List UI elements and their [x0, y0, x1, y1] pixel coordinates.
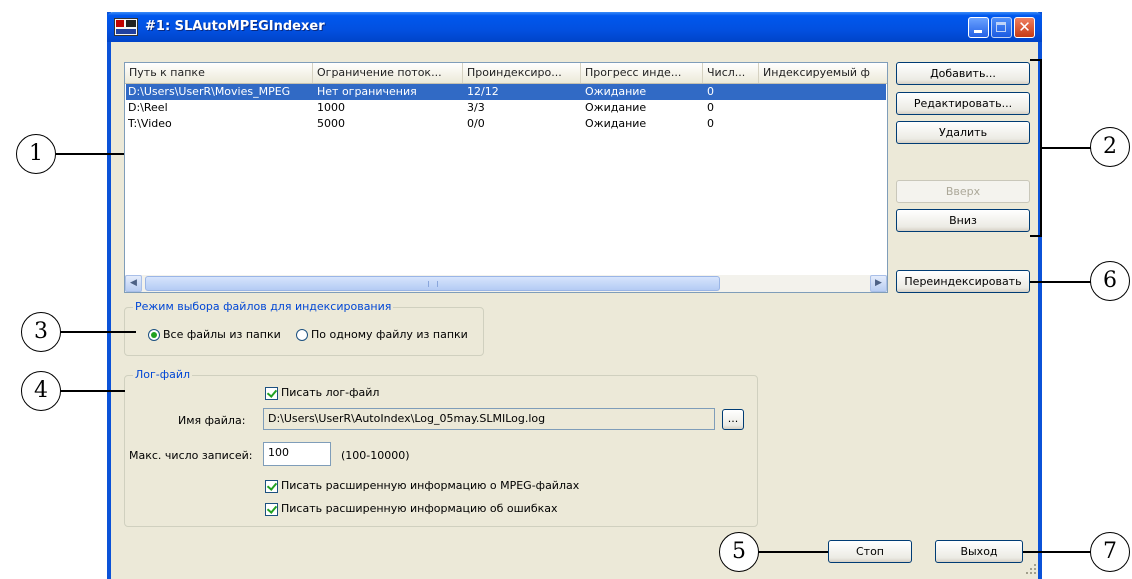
table-row[interactable]: D:\Users\UserR\Movies_MPEG Нет ограничен… [126, 84, 886, 100]
error-info-checkbox[interactable] [265, 503, 278, 516]
column-header-file[interactable]: Индексируемый ф [759, 63, 887, 83]
table-row[interactable]: D:\Reel 1000 3/3 Ожидание 0 [126, 100, 886, 116]
scroll-thumb[interactable] [145, 276, 720, 291]
cell-limit: Нет ограничения [317, 85, 417, 98]
checkmark-icon [266, 387, 278, 398]
callout-6-line [1030, 281, 1091, 283]
window-title: #1: SLAutoMPEGIndexer [145, 19, 325, 34]
callout-2-bracket [1030, 59, 1042, 237]
cell-indexed: 3/3 [467, 101, 485, 114]
log-file-group: Лог-файл Писать лог-файл Имя файла: D:\U… [124, 368, 758, 527]
callout-1: 1 [16, 134, 56, 174]
cell-path: D:\Users\UserR\Movies_MPEG [128, 85, 291, 98]
close-button[interactable]: ✕ [1014, 17, 1035, 38]
cell-count: 0 [707, 101, 714, 114]
column-header-indexed[interactable]: Проиндексиро... [463, 63, 581, 83]
chevron-left-icon: ◀ [130, 278, 137, 288]
cell-path: T:\Video [128, 117, 172, 130]
radio-all-files-label[interactable]: Все файлы из папки [163, 328, 281, 341]
column-header-path[interactable]: Путь к папке [125, 63, 313, 83]
move-down-button[interactable]: Вниз [896, 209, 1030, 232]
write-log-checkbox[interactable] [265, 387, 278, 400]
callout-5: 5 [719, 532, 759, 572]
list-header: Путь к папке Ограничение поток... Проинд… [125, 63, 887, 84]
horizontal-scrollbar[interactable]: ◀ ▶ [125, 275, 887, 292]
callout-3-line [60, 331, 136, 333]
maximize-icon [996, 22, 1006, 32]
max-records-label: Макс. число записей: [129, 449, 253, 462]
add-button[interactable]: Добавить... [896, 62, 1030, 85]
callout-4: 4 [21, 371, 61, 411]
callout-4-line [60, 390, 125, 392]
radio-one-file[interactable] [296, 329, 308, 341]
cell-limit: 5000 [317, 117, 345, 130]
write-log-label[interactable]: Писать лог-файл [281, 386, 379, 399]
cell-indexed: 0/0 [467, 117, 485, 130]
cell-indexed: 12/12 [467, 85, 499, 98]
cell-path: D:\Reel [128, 101, 168, 114]
file-mode-legend: Режим выбора файлов для индексирования [133, 300, 394, 313]
folder-list[interactable]: Путь к папке Ограничение поток... Проинд… [124, 62, 888, 293]
minimize-button[interactable] [968, 17, 989, 38]
callout-7-line [1023, 551, 1091, 553]
callout-2: 2 [1090, 127, 1130, 167]
minimize-icon [974, 30, 982, 33]
scroll-left-button[interactable]: ◀ [125, 275, 142, 292]
maximize-button[interactable] [991, 17, 1012, 38]
delete-button[interactable]: Удалить [896, 121, 1030, 144]
callout-2-line [1042, 147, 1091, 149]
filename-label: Имя файла: [178, 414, 246, 427]
column-header-progress[interactable]: Прогресс инде... [581, 63, 703, 83]
resize-grip[interactable] [1024, 562, 1038, 576]
radio-selected-dot [151, 332, 157, 338]
cell-progress: Ожидание [585, 101, 647, 114]
scroll-right-button[interactable]: ▶ [870, 275, 887, 292]
exit-button[interactable]: Выход [935, 540, 1023, 563]
callout-3: 3 [21, 312, 61, 352]
mpeg-info-label[interactable]: Писать расширенную информацию о MPEG-фай… [281, 479, 579, 492]
radio-all-files[interactable] [148, 329, 160, 341]
column-header-count[interactable]: Числ... [703, 63, 759, 83]
mpeg-info-checkbox[interactable] [265, 480, 278, 493]
filename-field[interactable]: D:\Users\UserR\AutoIndex\Log_05may.SLMIL… [263, 408, 715, 430]
grip-icon [428, 281, 438, 287]
radio-one-file-label[interactable]: По одному файлу из папки [311, 328, 468, 341]
table-row[interactable]: T:\Video 5000 0/0 Ожидание 0 [126, 116, 886, 132]
callout-7: 7 [1090, 532, 1130, 572]
cell-progress: Ожидание [585, 85, 647, 98]
chevron-right-icon: ▶ [875, 278, 882, 288]
cell-count: 0 [707, 117, 714, 130]
close-icon: ✕ [1018, 18, 1031, 36]
log-file-legend: Лог-файл [133, 368, 193, 381]
callout-5-line [758, 551, 828, 553]
error-info-label[interactable]: Писать расширенную информацию об ошибках [281, 502, 558, 515]
cell-limit: 1000 [317, 101, 345, 114]
max-records-range: (100-10000) [341, 449, 410, 462]
file-mode-group: Режим выбора файлов для индексирования В… [124, 300, 484, 356]
app-icon [114, 18, 138, 36]
edit-button[interactable]: Редактировать... [896, 92, 1030, 115]
max-records-input[interactable]: 100 [263, 442, 331, 466]
reindex-button[interactable]: Переиндексировать [896, 270, 1030, 293]
cell-progress: Ожидание [585, 117, 647, 130]
checkmark-icon [266, 480, 278, 491]
callout-1-line [56, 153, 124, 155]
move-up-button[interactable]: Вверх [896, 180, 1030, 203]
callout-6: 6 [1090, 261, 1130, 301]
cell-count: 0 [707, 85, 714, 98]
column-header-limit[interactable]: Ограничение поток... [313, 63, 463, 83]
checkmark-icon [266, 503, 278, 514]
stop-button[interactable]: Стоп [828, 540, 912, 563]
browse-button[interactable]: ... [722, 409, 744, 430]
